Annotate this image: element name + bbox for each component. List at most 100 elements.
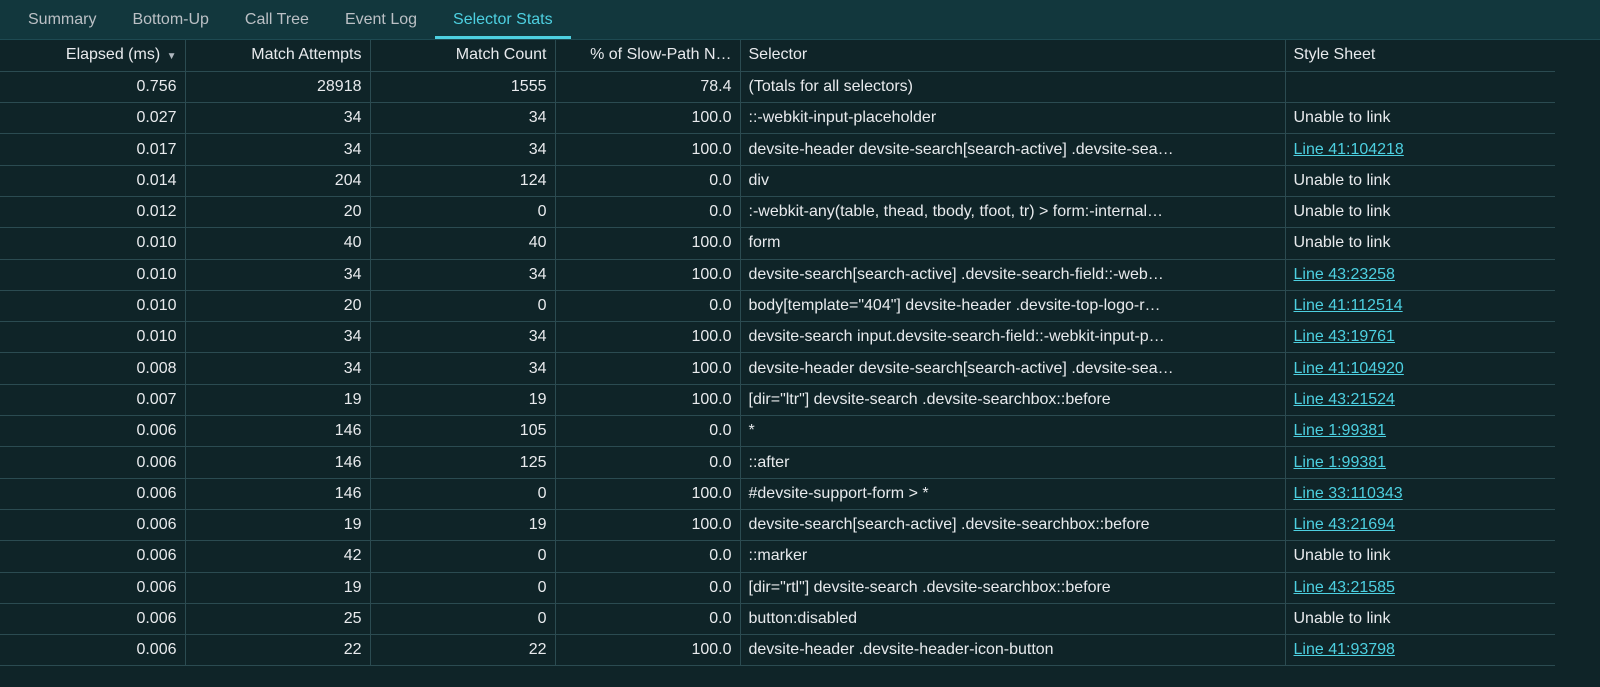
col-header-style-sheet[interactable]: Style Sheet: [1285, 40, 1555, 71]
cell-style-sheet: Unable to link: [1285, 541, 1555, 572]
cell-selector: devsite-header devsite-search[search-act…: [740, 134, 1285, 165]
tabs-bar: Summary Bottom-Up Call Tree Event Log Se…: [0, 0, 1600, 40]
style-sheet-link[interactable]: Line 43:21585: [1294, 579, 1395, 596]
tab-event-log[interactable]: Event Log: [327, 1, 435, 39]
cell-slow-path: 0.0: [555, 541, 740, 572]
table-row[interactable]: 0.0062222100.0devsite-header .devsite-he…: [0, 635, 1555, 666]
cell-elapsed: 0.010: [0, 259, 185, 290]
selector-stats-table: Elapsed (ms) ▼ Match Attempts Match Coun…: [0, 40, 1600, 666]
table-row[interactable]: 0.75628918155578.4(Totals for all select…: [0, 71, 1555, 102]
col-header-match-count[interactable]: Match Count: [370, 40, 555, 71]
cell-match-attempts: 146: [185, 416, 370, 447]
table-row[interactable]: 0.0064200.0::markerUnable to link: [0, 541, 1555, 572]
cell-slow-path: 100.0: [555, 384, 740, 415]
table-row[interactable]: 0.0103434100.0devsite-search input.devsi…: [0, 322, 1555, 353]
style-sheet-link[interactable]: Line 43:21524: [1294, 391, 1395, 408]
table-header-row: Elapsed (ms) ▼ Match Attempts Match Coun…: [0, 40, 1555, 71]
cell-selector: (Totals for all selectors): [740, 71, 1285, 102]
cell-style-sheet: Line 41:104920: [1285, 353, 1555, 384]
cell-match-attempts: 28918: [185, 71, 370, 102]
table-row[interactable]: 0.0062500.0button:disabledUnable to link: [0, 603, 1555, 634]
cell-match-count: 0: [370, 541, 555, 572]
cell-style-sheet: Line 1:99381: [1285, 447, 1555, 478]
table-row[interactable]: 0.0103434100.0devsite-search[search-acti…: [0, 259, 1555, 290]
cell-selector: div: [740, 165, 1285, 196]
table-row[interactable]: 0.0061461050.0*Line 1:99381: [0, 416, 1555, 447]
tab-bottom-up[interactable]: Bottom-Up: [114, 1, 226, 39]
cell-slow-path: 100.0: [555, 635, 740, 666]
cell-style-sheet: [1285, 71, 1555, 102]
style-sheet-link[interactable]: Line 43:21694: [1294, 516, 1395, 533]
cell-style-sheet: Line 41:112514: [1285, 290, 1555, 321]
table-row[interactable]: 0.0104040100.0formUnable to link: [0, 228, 1555, 259]
cell-elapsed: 0.010: [0, 228, 185, 259]
table-row[interactable]: 0.0102000.0body[template="404"] devsite-…: [0, 290, 1555, 321]
cell-style-sheet: Unable to link: [1285, 603, 1555, 634]
style-sheet-link[interactable]: Line 41:104920: [1294, 360, 1404, 377]
cell-elapsed: 0.006: [0, 447, 185, 478]
table-body: 0.75628918155578.4(Totals for all select…: [0, 71, 1555, 666]
cell-elapsed: 0.756: [0, 71, 185, 102]
cell-match-attempts: 34: [185, 103, 370, 134]
cell-match-count: 124: [370, 165, 555, 196]
style-sheet-link[interactable]: Line 43:23258: [1294, 266, 1395, 283]
cell-match-attempts: 20: [185, 196, 370, 227]
cell-elapsed: 0.006: [0, 416, 185, 447]
tab-selector-stats[interactable]: Selector Stats: [435, 1, 571, 39]
cell-slow-path: 100.0: [555, 478, 740, 509]
col-header-match-attempts[interactable]: Match Attempts: [185, 40, 370, 71]
cell-match-attempts: 34: [185, 259, 370, 290]
cell-elapsed: 0.006: [0, 603, 185, 634]
cell-style-sheet: Line 43:21694: [1285, 509, 1555, 540]
cell-elapsed: 0.006: [0, 635, 185, 666]
cell-elapsed: 0.012: [0, 196, 185, 227]
cell-style-sheet: Line 43:21524: [1285, 384, 1555, 415]
table-row[interactable]: 0.0061919100.0devsite-search[search-acti…: [0, 509, 1555, 540]
style-sheet-link[interactable]: Line 43:19761: [1294, 328, 1395, 345]
cell-match-count: 0: [370, 196, 555, 227]
cell-selector: [dir="rtl"] devsite-search .devsite-sear…: [740, 572, 1285, 603]
cell-selector: devsite-header devsite-search[search-act…: [740, 353, 1285, 384]
col-header-selector[interactable]: Selector: [740, 40, 1285, 71]
cell-elapsed: 0.027: [0, 103, 185, 134]
col-header-elapsed[interactable]: Elapsed (ms) ▼: [0, 40, 185, 71]
cell-match-attempts: 19: [185, 509, 370, 540]
cell-selector: devsite-search[search-active] .devsite-s…: [740, 259, 1285, 290]
table-row[interactable]: 0.0061461250.0::afterLine 1:99381: [0, 447, 1555, 478]
table-row[interactable]: 0.0173434100.0devsite-header devsite-sea…: [0, 134, 1555, 165]
tab-summary[interactable]: Summary: [10, 1, 114, 39]
style-sheet-link[interactable]: Line 41:93798: [1294, 641, 1395, 658]
table-row[interactable]: 0.0273434100.0::-webkit-input-placeholde…: [0, 103, 1555, 134]
col-header-slow-path[interactable]: % of Slow-Path N…: [555, 40, 740, 71]
cell-selector: ::-webkit-input-placeholder: [740, 103, 1285, 134]
table-row[interactable]: 0.0083434100.0devsite-header devsite-sea…: [0, 353, 1555, 384]
table-row[interactable]: 0.0071919100.0[dir="ltr"] devsite-search…: [0, 384, 1555, 415]
table-row[interactable]: 0.0122000.0:-webkit-any(table, thead, tb…: [0, 196, 1555, 227]
cell-match-count: 40: [370, 228, 555, 259]
cell-selector: devsite-search input.devsite-search-fiel…: [740, 322, 1285, 353]
table-row[interactable]: 0.0061900.0[dir="rtl"] devsite-search .d…: [0, 572, 1555, 603]
cell-selector: ::after: [740, 447, 1285, 478]
cell-style-sheet: Unable to link: [1285, 165, 1555, 196]
cell-style-sheet: Unable to link: [1285, 196, 1555, 227]
cell-elapsed: 0.017: [0, 134, 185, 165]
cell-style-sheet: Line 43:23258: [1285, 259, 1555, 290]
cell-selector: ::marker: [740, 541, 1285, 572]
cell-slow-path: 100.0: [555, 134, 740, 165]
tab-call-tree[interactable]: Call Tree: [227, 1, 327, 39]
table-row[interactable]: 0.0061460100.0#devsite-support-form > *L…: [0, 478, 1555, 509]
cell-style-sheet: Unable to link: [1285, 228, 1555, 259]
cell-slow-path: 0.0: [555, 447, 740, 478]
cell-match-attempts: 22: [185, 635, 370, 666]
cell-elapsed: 0.010: [0, 322, 185, 353]
cell-slow-path: 0.0: [555, 416, 740, 447]
cell-slow-path: 100.0: [555, 228, 740, 259]
cell-match-attempts: 146: [185, 447, 370, 478]
style-sheet-link[interactable]: Line 33:110343: [1294, 485, 1403, 502]
cell-match-count: 19: [370, 384, 555, 415]
style-sheet-link[interactable]: Line 1:99381: [1294, 454, 1387, 471]
style-sheet-link[interactable]: Line 41:112514: [1294, 297, 1403, 314]
style-sheet-link[interactable]: Line 1:99381: [1294, 422, 1387, 439]
table-row[interactable]: 0.0142041240.0divUnable to link: [0, 165, 1555, 196]
style-sheet-link[interactable]: Line 41:104218: [1294, 141, 1404, 158]
